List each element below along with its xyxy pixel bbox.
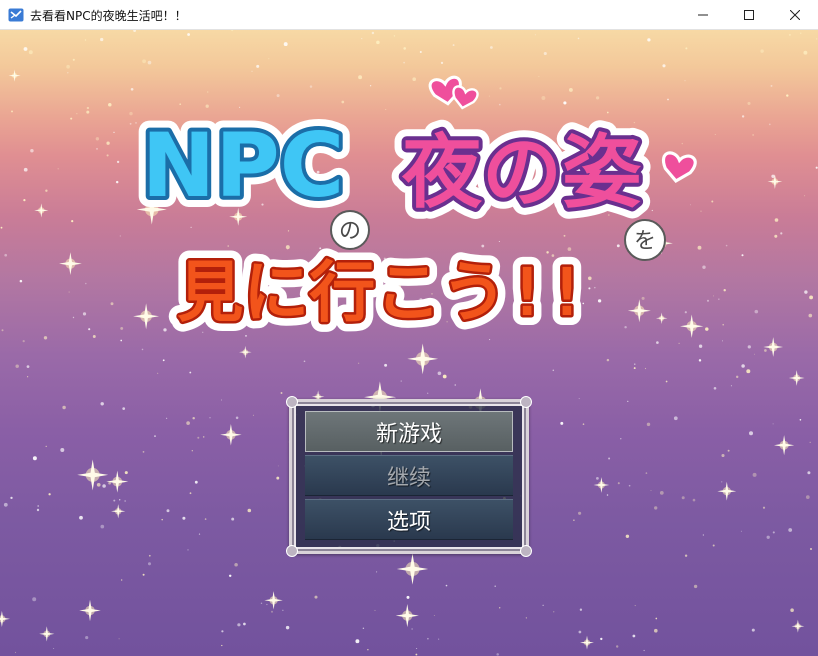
options-button[interactable]: 选项 xyxy=(305,499,513,540)
window-title: 去看看NPC的夜晚生活吧！！ xyxy=(30,9,187,23)
close-icon xyxy=(790,10,800,20)
menu-corner-ornament xyxy=(520,396,532,408)
menu-corner-ornament xyxy=(520,545,532,557)
minimize-button[interactable] xyxy=(680,0,726,30)
continue-button[interactable]: 继续 xyxy=(305,455,513,496)
minimize-icon xyxy=(698,14,708,16)
title-command-menu: 新游戏 继续 选项 xyxy=(286,396,532,557)
options-label: 选项 xyxy=(386,509,431,535)
logo-yoru-no-sugata: 夜の姿 xyxy=(401,126,642,219)
title-logo: NPC NPC の 夜の姿 夜の姿 を 見に行こう!! 見に行こう!! xyxy=(131,75,697,341)
maximize-icon xyxy=(744,10,754,20)
close-button[interactable] xyxy=(772,0,818,30)
game-screen[interactable]: NPC NPC の 夜の姿 夜の姿 を 見に行こう!! 見に行こう!! 新游戏 … xyxy=(0,30,818,656)
logo-wo: を xyxy=(634,229,656,254)
menu-corner-ornament xyxy=(286,396,298,408)
menu-corner-ornament xyxy=(286,545,298,557)
continue-label: 继续 xyxy=(386,465,431,491)
window-title-bar[interactable]: 去看看NPC的夜晚生活吧！！ xyxy=(0,0,818,30)
app-icon xyxy=(8,8,24,22)
logo-npc: NPC xyxy=(142,114,345,217)
maximize-button[interactable] xyxy=(726,0,772,30)
logo-no: の xyxy=(339,219,361,244)
new-game-label: 新游戏 xyxy=(375,421,442,447)
heart-icon xyxy=(452,85,479,110)
heart-icon xyxy=(662,151,697,183)
new-game-button[interactable]: 新游戏 xyxy=(305,411,513,452)
logo-mini-ikou: 見に行こう!! xyxy=(177,254,586,331)
